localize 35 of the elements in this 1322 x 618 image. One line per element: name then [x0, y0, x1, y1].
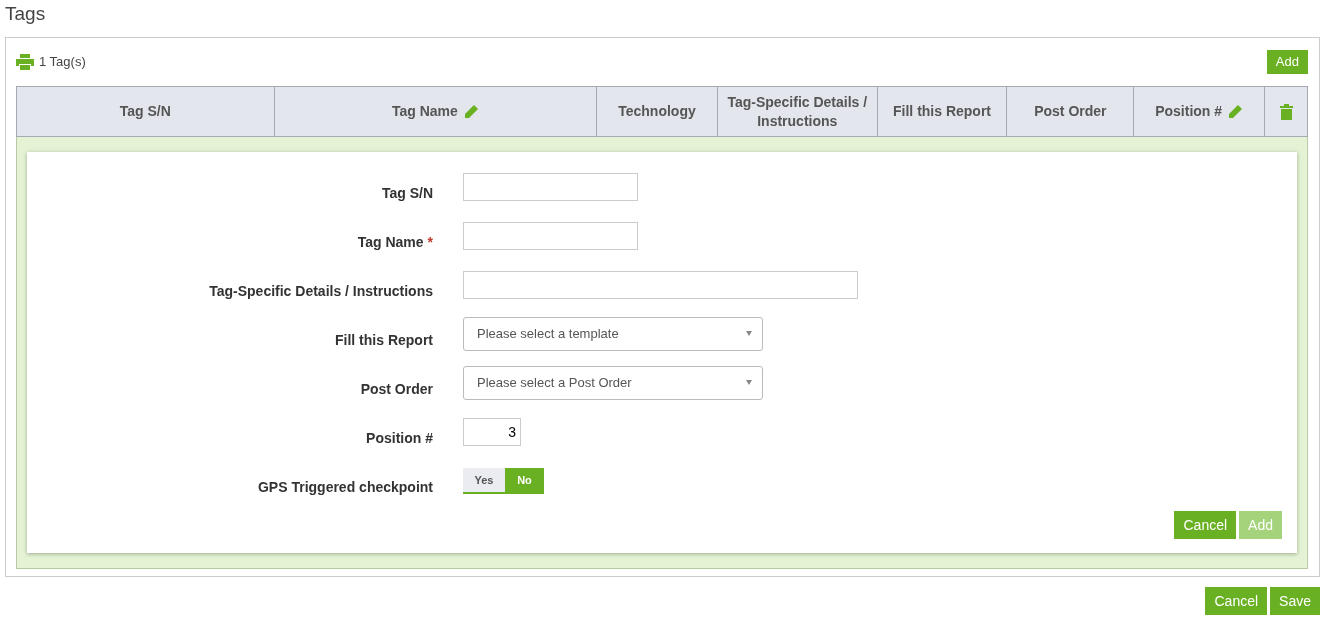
field-label: Fill this Report	[335, 331, 433, 348]
trash-icon[interactable]	[1279, 103, 1293, 120]
column-header: Tag Name	[391, 102, 458, 121]
caret-icon	[746, 331, 752, 336]
column-header: Fill this Report	[893, 102, 992, 121]
text-field[interactable]	[463, 172, 638, 201]
column-header: Post Order	[1034, 102, 1107, 121]
field-label: Tag Name	[357, 233, 424, 250]
page-title: Tags	[5, 2, 47, 26]
column-header: Technology	[618, 102, 696, 121]
pencil-icon[interactable]	[462, 103, 479, 120]
toggle-option[interactable]: No	[505, 467, 544, 492]
toggle-option[interactable]: Yes	[463, 467, 505, 492]
number-field[interactable]: 3	[463, 417, 521, 446]
field-label: Tag-Specific Details / Instructions	[209, 282, 433, 299]
printer-icon[interactable]	[16, 53, 34, 70]
add-button[interactable]: Add	[1266, 49, 1308, 74]
field-label: Tag S/N	[381, 184, 433, 201]
field-label: Position #	[366, 429, 433, 446]
caret-icon	[746, 380, 752, 385]
cancel-button[interactable]: Cancel	[1205, 587, 1268, 615]
required-asterisk: *	[427, 233, 433, 250]
column-header: Tag S/N	[119, 102, 171, 121]
text-field[interactable]	[463, 221, 638, 250]
column-header: Position #	[1155, 102, 1223, 121]
text-field[interactable]	[463, 270, 858, 299]
cancel-button[interactable]: Cancel	[1174, 511, 1237, 539]
field-label: GPS Triggered checkpoint	[257, 478, 433, 495]
select-dropdown[interactable]: Please select a template	[463, 316, 763, 351]
field-label: Post Order	[360, 380, 433, 397]
tag-count: 1 Tag(s)	[39, 54, 86, 69]
pencil-icon[interactable]	[1227, 103, 1244, 120]
select-dropdown[interactable]: Please select a Post Order	[463, 365, 763, 400]
column-header: Tag-Specific Details / Instructions	[726, 92, 869, 131]
save-button[interactable]: Save	[1270, 587, 1320, 615]
